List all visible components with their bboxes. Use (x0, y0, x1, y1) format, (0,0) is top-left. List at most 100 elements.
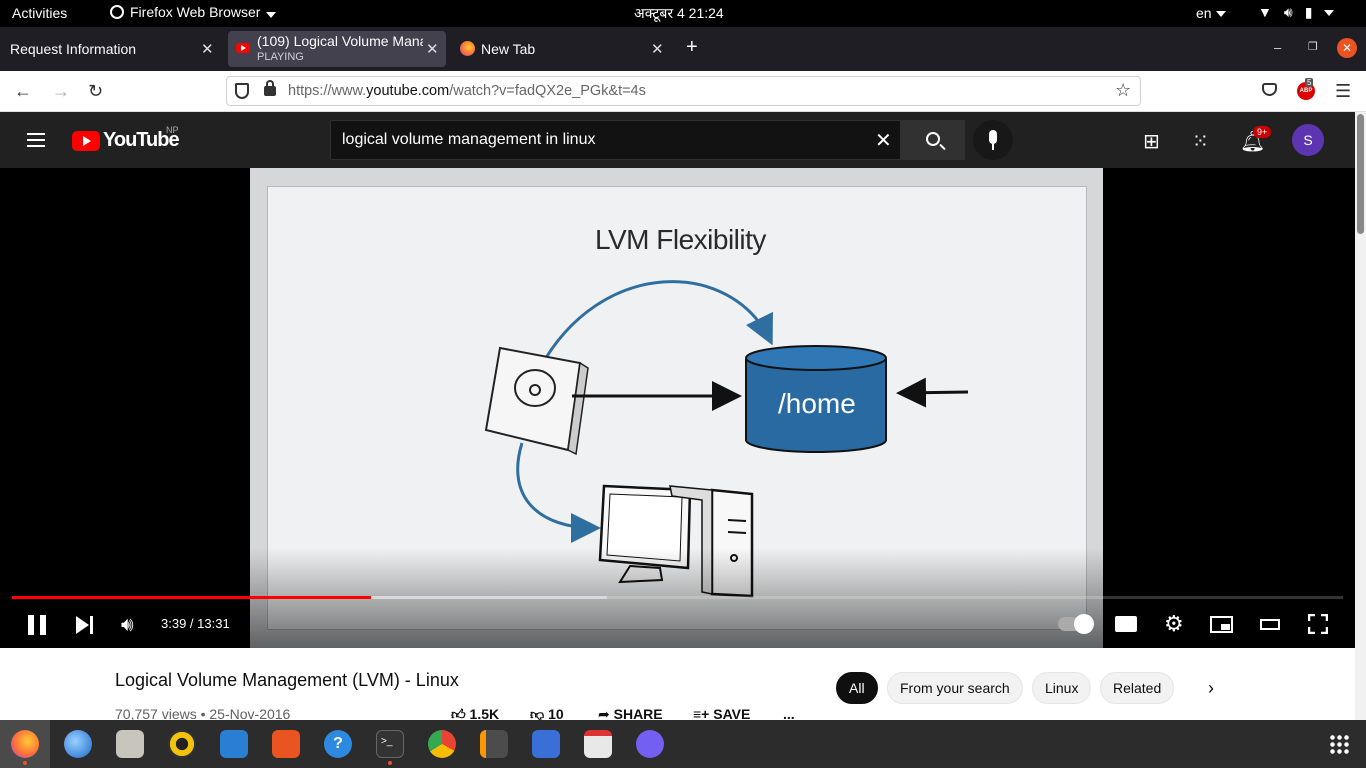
progress-bar[interactable] (12, 596, 1343, 599)
clock[interactable]: अक्टूबर 4 21:24 (634, 4, 724, 23)
fullscreen-icon[interactable] (1308, 614, 1328, 634)
close-tab-icon[interactable]: ✕ (426, 40, 439, 58)
files-icon[interactable] (116, 730, 144, 758)
tab-youtube-video[interactable]: (109) Logical Volume Management PLAYING … (228, 31, 446, 67)
chevron-down-icon (1215, 11, 1226, 17)
firefox-app-icon (110, 5, 124, 19)
chip-from-your-search[interactable]: From your search (887, 672, 1023, 704)
pause-button[interactable] (28, 615, 46, 635)
video-info-area: Logical Volume Management (LVM) - Linux … (0, 648, 1355, 722)
tracking-protection-shield-icon[interactable] (235, 83, 249, 99)
search-icon (926, 132, 940, 146)
pocket-icon[interactable] (1262, 83, 1277, 96)
firefox-favicon-icon (460, 41, 475, 56)
libreoffice-writer-icon[interactable] (220, 730, 248, 758)
time-display: 3:39 / 13:31 (161, 616, 230, 631)
document-viewer-icon[interactable] (584, 730, 612, 758)
chip-linux[interactable]: Linux (1032, 672, 1092, 704)
tab-request-information[interactable]: Request Information ✕ (0, 27, 224, 71)
minimize-window-icon[interactable]: – (1274, 40, 1281, 55)
wifi-icon: ▼ (1258, 4, 1272, 20)
viber-icon[interactable] (636, 730, 664, 758)
country-code: NP (166, 125, 179, 135)
arrow-disk-to-computer (516, 442, 601, 543)
url-bar[interactable]: https://www.youtube.com/watch?v=fadQX2e_… (226, 76, 1141, 106)
activities-button[interactable]: Activities (12, 5, 67, 21)
forward-arrow-icon[interactable]: → (52, 81, 70, 102)
language-selector[interactable]: en (1196, 5, 1226, 21)
show-applications-grid-icon[interactable] (1329, 734, 1349, 754)
tab-label: New Tab (481, 41, 536, 57)
running-indicator (388, 761, 392, 765)
firefox-icon[interactable] (11, 730, 39, 758)
language-label: en (1196, 5, 1212, 21)
search-button[interactable] (901, 120, 965, 160)
video-title: Logical Volume Management (LVM) - Linux (115, 670, 459, 690)
chrome-icon[interactable] (428, 730, 456, 758)
slide-title: LVM Flexibility (595, 224, 766, 255)
navigation-toolbar: ← → ↻ https://www.youtube.com/watch?v=fa… (0, 71, 1366, 112)
theater-mode-icon[interactable] (1260, 619, 1280, 630)
terminal-icon[interactable]: >_ (376, 730, 404, 758)
bookmark-star-icon[interactable]: ☆ (1115, 80, 1131, 101)
back-arrow-icon[interactable]: ← (14, 81, 32, 102)
app-menu[interactable]: Firefox Web Browser (110, 4, 277, 20)
arrow-left (896, 377, 969, 408)
system-top-bar: Activities Firefox Web Browser अक्टूबर 4… (0, 0, 1366, 27)
notification-count-badge: 9+ (1253, 126, 1272, 138)
chevron-down-icon (266, 12, 277, 18)
close-tab-icon[interactable]: ✕ (651, 40, 664, 58)
youtube-favicon-icon (236, 43, 250, 53)
played-progress (12, 596, 372, 599)
hamburger-menu-icon[interactable]: ☰ (1335, 81, 1351, 102)
scrollbar-thumb[interactable] (1357, 114, 1364, 234)
voice-search-mic-icon[interactable] (973, 120, 1013, 160)
page-scrollbar[interactable] (1355, 112, 1366, 720)
volume-icon: 🔊︎ (1283, 4, 1293, 20)
hard-disk-icon (484, 346, 589, 456)
avatar[interactable]: S (1292, 124, 1324, 156)
search-input[interactable] (342, 121, 862, 159)
youtube-masthead: YouTube NP ✕ ⊞ ⁙ 🔔︎ 9+ S (0, 112, 1355, 168)
settings-gear-icon[interactable]: ⚙ (1164, 611, 1184, 637)
tab-label: (109) Logical Volume Management (257, 33, 423, 49)
miniplayer-icon[interactable] (1210, 616, 1233, 633)
apps-grid-icon[interactable]: ⁙ (1192, 129, 1209, 154)
guide-menu-icon[interactable] (27, 133, 45, 147)
subtitles-icon[interactable] (1115, 616, 1137, 632)
thunderbird-icon[interactable] (64, 730, 92, 758)
search-box: ✕ (330, 120, 901, 160)
close-tab-icon[interactable]: ✕ (201, 40, 214, 58)
video-player[interactable]: /home LVM Flexibility 🔊︎ 3:39 / 13:31 ⚙ (0, 168, 1355, 648)
autoplay-toggle[interactable] (1058, 614, 1094, 634)
software-center-icon[interactable] (272, 730, 300, 758)
rhythmbox-icon[interactable] (168, 730, 196, 758)
tab-new-tab[interactable]: New Tab ✕ (450, 27, 672, 71)
tab-strip: Request Information ✕ (109) Logical Volu… (0, 27, 1366, 71)
help-icon[interactable]: ? (324, 730, 352, 758)
system-menu[interactable]: ▼ 🔊︎ ▮ (1258, 4, 1335, 21)
tab-label: Request Information (10, 41, 137, 57)
youtube-logo-icon[interactable] (72, 131, 100, 151)
create-video-icon[interactable]: ⊞ (1143, 129, 1160, 154)
chip-all[interactable]: All (836, 672, 878, 704)
volume-icon[interactable]: 🔊︎ (121, 614, 134, 637)
clear-search-icon[interactable]: ✕ (875, 128, 892, 153)
home-volume-label: /home (778, 388, 856, 419)
reload-icon[interactable]: ↻ (88, 81, 103, 102)
close-window-icon[interactable]: ✕ (1337, 38, 1357, 58)
chip-related[interactable]: Related (1100, 672, 1175, 704)
chevron-right-icon[interactable]: › (1208, 678, 1214, 699)
sublime-text-icon[interactable] (480, 730, 508, 758)
new-tab-plus-icon[interactable]: + (686, 36, 698, 59)
tab-playing-label: PLAYING (257, 51, 304, 63)
url-text[interactable]: https://www.youtube.com/watch?v=fadQX2e_… (288, 83, 646, 99)
lock-icon[interactable] (264, 80, 276, 96)
screenshot-icon[interactable] (532, 730, 560, 758)
next-video-button[interactable] (76, 616, 94, 634)
arrow-disk-to-home (538, 280, 773, 369)
running-indicator (23, 761, 27, 765)
restore-window-icon[interactable]: ❐ (1308, 40, 1318, 53)
battery-icon: ▮ (1304, 4, 1313, 20)
chevron-down-icon (1324, 10, 1335, 16)
